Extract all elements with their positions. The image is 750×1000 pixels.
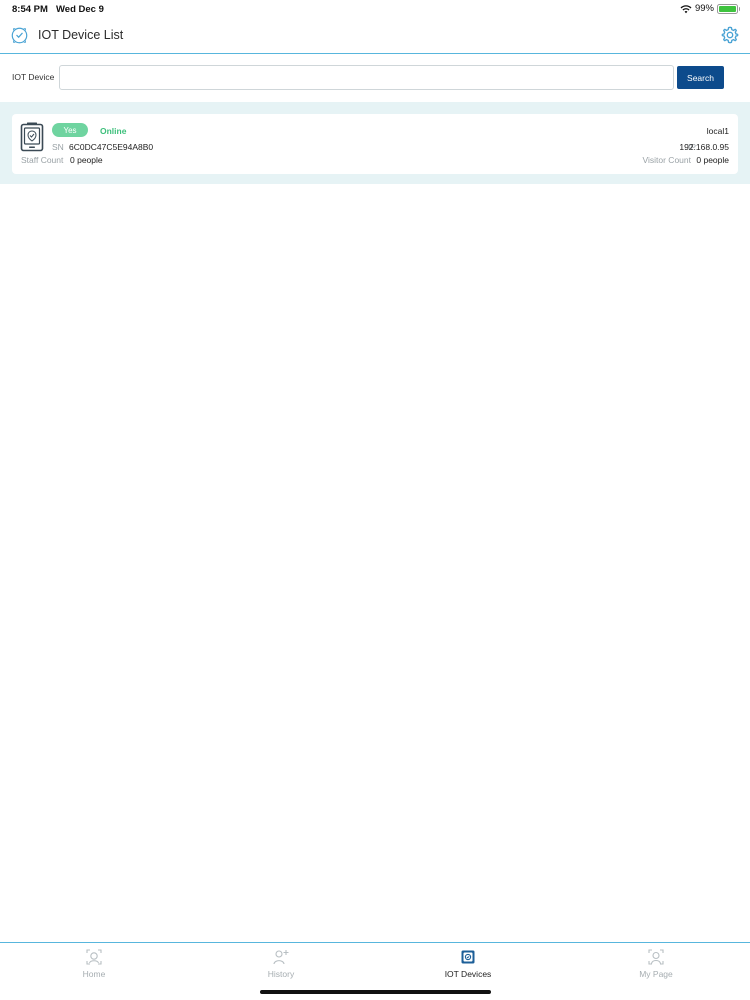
gear-icon[interactable] <box>721 26 739 44</box>
tab-my-page[interactable]: My Page <box>616 949 696 985</box>
iot-device-icon <box>461 950 475 964</box>
search-row: IOT Device Search <box>0 64 750 92</box>
search-label: IOT Device <box>12 72 55 82</box>
face-scan-icon <box>86 949 102 965</box>
ip-value: 192.168.0.95 <box>679 142 729 152</box>
visitor-count-value: 0 people <box>696 155 729 165</box>
staff-count-label: Staff Count <box>21 155 64 165</box>
battery-fill <box>719 5 736 12</box>
registered-badge: Yes <box>52 123 88 137</box>
device-card[interactable]: Yes Online local1 SN 6C0DC47C5E94A8B0 IP… <box>12 114 738 174</box>
staff-count-value: 0 people <box>70 155 103 165</box>
tab-iot-devices-label: IOT Devices <box>444 969 492 979</box>
device-list: Yes Online local1 SN 6C0DC47C5E94A8B0 IP… <box>0 102 750 184</box>
nav-bar: IOT Device List <box>0 20 750 54</box>
home-indicator <box>260 990 491 994</box>
status-bar: 8:54 PM Wed Dec 9 99% <box>0 0 750 18</box>
search-button[interactable]: Search <box>677 66 724 89</box>
tab-iot-devices[interactable]: IOT Devices <box>428 949 508 985</box>
tab-history[interactable]: History <box>241 949 321 985</box>
sn-label: SN <box>52 142 64 152</box>
tab-my-page-label: My Page <box>639 969 673 979</box>
battery-icon <box>717 3 740 14</box>
history-person-icon <box>273 950 289 965</box>
status-time: 8:54 PM <box>12 4 48 15</box>
wifi-icon <box>680 4 692 13</box>
status-online: Online <box>100 126 127 136</box>
user-profile-icon <box>648 949 664 965</box>
status-date: Wed Dec 9 <box>56 4 104 15</box>
tab-history-label: History <box>267 969 295 979</box>
tab-home-label: Home <box>82 969 106 979</box>
battery-percent: 99% <box>694 3 714 14</box>
screen: 8:54 PM Wed Dec 9 99% IOT Device List IO… <box>0 0 750 1000</box>
visitor-count-label: Visitor Count <box>642 155 691 165</box>
search-input[interactable] <box>59 65 674 90</box>
status-right: 99% <box>680 3 740 14</box>
sn-value: 6C0DC47C5E94A8B0 <box>69 142 154 152</box>
tab-home[interactable]: Home <box>54 949 134 985</box>
device-terminal-icon <box>20 122 44 152</box>
face-shield-logo-icon <box>11 27 28 44</box>
device-name: local1 <box>706 126 729 136</box>
page-title: IOT Device List <box>38 28 124 42</box>
